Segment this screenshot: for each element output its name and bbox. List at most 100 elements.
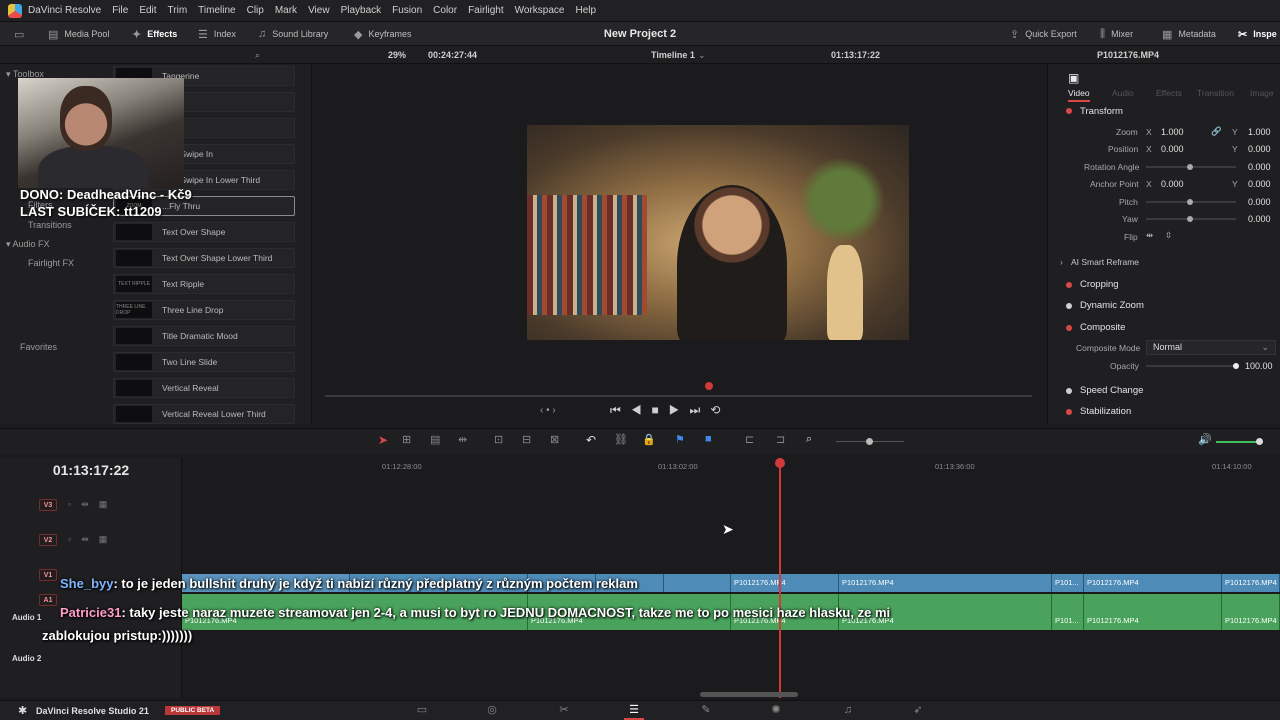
menu-trim[interactable]: Trim bbox=[168, 5, 188, 16]
panel-toggle-button[interactable]: ▭ bbox=[14, 22, 30, 46]
menu-mark[interactable]: Mark bbox=[275, 5, 297, 16]
timeline-zoom-knob[interactable] bbox=[866, 438, 873, 445]
opacity-slider[interactable] bbox=[1146, 365, 1236, 367]
zoom-fit-icon[interactable]: ⊏ bbox=[745, 433, 754, 446]
transform-section[interactable]: Transform bbox=[1080, 106, 1123, 117]
edit-page-icon[interactable]: ✂ bbox=[554, 700, 574, 720]
blade-tool-icon[interactable]: ⇹ bbox=[458, 433, 467, 446]
zoom-custom-icon[interactable]: ⌕ bbox=[806, 433, 812, 446]
zoom-x-field[interactable]: 1.000 bbox=[1161, 127, 1184, 137]
play-icon[interactable]: ▶ bbox=[669, 403, 690, 417]
effect-item[interactable]: THREE LINE DROP Three Line Drop bbox=[113, 300, 295, 320]
inspector-button[interactable]: ✂ Inspe bbox=[1238, 22, 1277, 46]
opacity-field[interactable]: 100.00 bbox=[1245, 361, 1273, 371]
mixer-button[interactable]: ⫼ Mixer bbox=[1100, 22, 1133, 46]
position-lock-icon[interactable]: 🔒 bbox=[642, 433, 656, 446]
jog-control[interactable]: ‹ • › bbox=[540, 405, 556, 416]
cropping-section[interactable]: Cropping bbox=[1080, 279, 1119, 290]
menu-fusion[interactable]: Fusion bbox=[392, 5, 422, 16]
track-v3-label[interactable]: V3 bbox=[39, 499, 57, 511]
color-page-icon[interactable]: ✺ bbox=[766, 700, 786, 720]
viewer-scrubber[interactable] bbox=[325, 395, 1032, 397]
anchor-x-field[interactable]: 0.000 bbox=[1161, 179, 1184, 189]
zoom-detail-icon[interactable]: ⊐ bbox=[776, 433, 785, 446]
menu-fairlight[interactable]: Fairlight bbox=[468, 5, 504, 16]
volume-icon[interactable]: 🔊 bbox=[1198, 433, 1212, 446]
zoom-y-field[interactable]: 1.000 bbox=[1248, 127, 1271, 137]
menu-workspace[interactable]: Workspace bbox=[515, 5, 565, 16]
effect-item[interactable]: Vertical Reveal bbox=[113, 378, 295, 398]
tab-audio[interactable]: Audio bbox=[1112, 88, 1134, 98]
pitch-field[interactable]: 0.000 bbox=[1248, 197, 1271, 207]
timeline-scrollbar[interactable] bbox=[700, 692, 798, 697]
app-menu[interactable]: DaVinci Resolve bbox=[28, 5, 101, 16]
flag-icon[interactable]: ⚑ bbox=[675, 433, 685, 446]
composite-section[interactable]: Composite bbox=[1080, 322, 1125, 333]
effect-item[interactable]: Text Over Shape Lower Third bbox=[113, 248, 295, 268]
tree-audio-fx[interactable]: ▾ Audio FX bbox=[6, 239, 50, 250]
ai-smart-reframe-section[interactable]: AI Smart Reframe bbox=[1071, 257, 1139, 267]
tree-fairlight-fx[interactable]: Fairlight FX bbox=[28, 258, 74, 268]
snapping-icon[interactable]: ↶ bbox=[586, 433, 596, 447]
stop-icon[interactable]: ■ bbox=[652, 403, 669, 417]
cut-page-icon[interactable]: ◎ bbox=[482, 700, 502, 720]
audio-clip[interactable]: P1012176.MP4 bbox=[1222, 594, 1280, 630]
tab-transition[interactable]: Transition bbox=[1197, 88, 1234, 98]
effect-item[interactable]: Vertical Reveal Lower Third bbox=[113, 404, 295, 424]
tab-image[interactable]: Image bbox=[1250, 88, 1274, 98]
audio-clip[interactable]: P101... bbox=[1052, 594, 1084, 630]
yaw-slider-knob[interactable] bbox=[1187, 216, 1193, 222]
dynamic-zoom-section[interactable]: Dynamic Zoom bbox=[1080, 300, 1144, 311]
audio-clip[interactable]: P1012176.MP4 bbox=[1084, 594, 1222, 630]
fairlight-page-icon[interactable]: ♫ bbox=[838, 700, 858, 720]
anchor-y-field[interactable]: 0.000 bbox=[1248, 179, 1271, 189]
quick-export-button[interactable]: ⇪ Quick Export bbox=[1010, 22, 1077, 46]
tree-favorites[interactable]: Favorites bbox=[20, 342, 57, 352]
video-clip[interactable]: P1012176.MP4 bbox=[1222, 574, 1280, 592]
index-button[interactable]: ☰ Index bbox=[198, 22, 236, 46]
flip-horizontal-icon[interactable]: ⇹ bbox=[1146, 230, 1153, 241]
menu-color[interactable]: Color bbox=[433, 5, 457, 16]
track-v3-controls[interactable]: ▫⇹▦ bbox=[68, 499, 117, 510]
composite-mode-select[interactable]: Normal ⌄ bbox=[1146, 340, 1276, 355]
link-icon[interactable]: 🔗 bbox=[1211, 126, 1222, 137]
video-clip[interactable]: P101... bbox=[1052, 574, 1084, 592]
timeline-playhead[interactable] bbox=[779, 458, 781, 698]
menu-help[interactable]: Help bbox=[575, 5, 596, 16]
track-a1-label[interactable]: A1 bbox=[39, 594, 57, 606]
marker-icon[interactable]: ■ bbox=[705, 433, 712, 445]
chevron-down-icon[interactable]: ⌄ bbox=[698, 46, 706, 64]
dynamic-zoom-enable-toggle[interactable] bbox=[1066, 303, 1072, 309]
video-clip[interactable]: P1012176.MP4 bbox=[839, 574, 1052, 592]
rotation-field[interactable]: 0.000 bbox=[1248, 162, 1271, 172]
video-tab-icon[interactable]: ▣ bbox=[1068, 71, 1079, 85]
flip-vertical-icon[interactable]: ⇳ bbox=[1165, 230, 1172, 241]
media-page-icon[interactable]: ▭ bbox=[412, 700, 432, 720]
volume-knob[interactable] bbox=[1256, 438, 1263, 445]
fusion-page-icon[interactable]: ✎ bbox=[696, 700, 716, 720]
composite-enable-toggle[interactable] bbox=[1066, 325, 1072, 331]
rotation-slider-knob[interactable] bbox=[1187, 164, 1193, 170]
opacity-slider-knob[interactable] bbox=[1233, 363, 1239, 369]
overwrite-clip-icon[interactable]: ⊟ bbox=[522, 433, 531, 446]
menu-timeline[interactable]: Timeline bbox=[198, 5, 235, 16]
position-x-field[interactable]: 0.000 bbox=[1161, 144, 1184, 154]
cropping-enable-toggle[interactable] bbox=[1066, 282, 1072, 288]
menu-playback[interactable]: Playback bbox=[341, 5, 382, 16]
video-clip[interactable] bbox=[664, 574, 731, 592]
track-v2-controls[interactable]: ▫⇹▦ bbox=[68, 534, 117, 545]
tab-video[interactable]: Video bbox=[1068, 88, 1090, 102]
effect-item[interactable]: Title Dramatic Mood bbox=[113, 326, 295, 346]
metadata-button[interactable]: ▦ Metadata bbox=[1162, 22, 1216, 46]
video-frame[interactable] bbox=[527, 125, 909, 340]
position-y-field[interactable]: 0.000 bbox=[1248, 144, 1271, 154]
pitch-slider-knob[interactable] bbox=[1187, 199, 1193, 205]
edit-page-active-icon[interactable]: ☰ bbox=[624, 700, 644, 720]
playhead-handle[interactable] bbox=[775, 458, 785, 468]
tree-transitions[interactable]: Transitions bbox=[28, 220, 72, 230]
selection-tool-icon[interactable]: ➤ bbox=[378, 433, 388, 447]
keyframes-button[interactable]: ◆ Keyframes bbox=[354, 22, 411, 46]
skip-back-icon[interactable]: ⏮ bbox=[610, 403, 631, 417]
zoom-level[interactable]: 29% bbox=[388, 46, 406, 64]
search-icon[interactable]: ⌕ bbox=[255, 46, 260, 64]
